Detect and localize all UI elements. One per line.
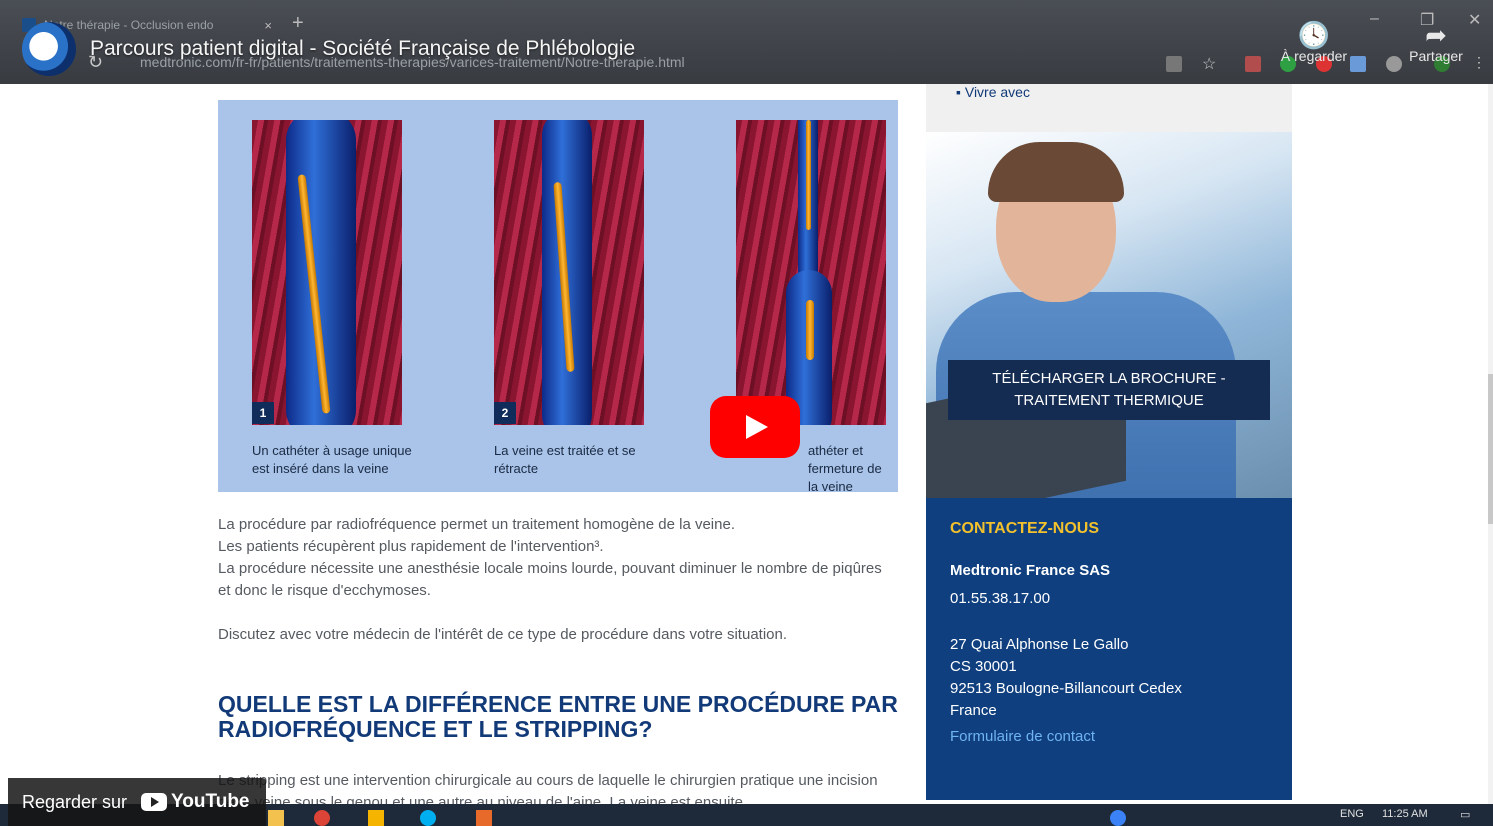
language-indicator[interactable]: ENG [1340,808,1364,820]
menu-dots-icon[interactable]: ⋮ [1472,54,1488,70]
phone-number[interactable]: 01.55.38.17.00 [950,588,1292,610]
youtube-brand: YouTube [171,791,250,812]
web-page: 1 Un cathéter à usage unique est inséré … [10,84,1488,804]
file-explorer-icon[interactable] [268,810,284,826]
watch-on-label: Regarder sur [22,791,128,812]
contact-form-link[interactable]: Formulaire de contact [950,728,1292,745]
video-title[interactable]: Parcours patient digital - Société Franç… [90,37,635,61]
catheter-shape [806,120,811,230]
new-tab-button[interactable]: + [292,12,304,35]
contact-title: CONTACTEZ-NOUS [950,520,1100,537]
address-line: France [950,702,997,719]
paragraph-line: La procédure nécessite une anesthésie lo… [218,560,882,599]
youtube-play-button[interactable] [710,396,800,458]
star-bookmark-icon[interactable]: ☆ [1202,54,1218,73]
share-button[interactable]: ➦ Partager [1398,22,1474,64]
youtube-logo: YouTube [141,791,250,813]
paragraph: Discutez avec votre médecin de l'intérêt… [218,626,788,643]
page-scrollbar[interactable] [1488,84,1493,804]
bullet-icon: ▪ [956,84,965,100]
step-number-badge: 1 [252,402,274,424]
watch-later-button[interactable]: 🕓 À regarder [1272,22,1356,64]
tray-icon[interactable] [1110,810,1126,826]
section-heading: QUELLE EST LA DIFFÉRENCE ENTRE UNE PROCÉ… [218,691,898,742]
company-name: Medtronic France SAS [950,562,1111,579]
download-brochure-button[interactable]: TÉLÉCHARGER LA BROCHURE - TRAITEMENT THE… [948,360,1270,420]
clock[interactable]: 11:25 AM [1382,808,1428,820]
pdf-extension-icon[interactable] [1245,56,1261,72]
contact-box: CONTACTEZ-NOUS Medtronic France SAS 01.5… [926,498,1292,800]
step-caption: La veine est traitée et se rétracte [494,443,636,476]
chrome-icon[interactable] [314,810,330,826]
minimize-icon[interactable]: – [1370,10,1379,28]
paragraph: Le stripping est une intervention chirur… [218,772,878,804]
watch-on-youtube-button[interactable]: Regarder sur YouTube [8,778,266,826]
address-line: 92513 Boulogne-Billancourt Cedex [950,680,1182,697]
translate-icon[interactable] [1166,56,1182,72]
step-number-badge: 2 [494,402,516,424]
clock-icon: 🕓 [1297,20,1331,50]
skype-icon[interactable] [420,810,436,826]
vlc-icon[interactable] [476,810,492,826]
sidebar-item-label: Vivre avec [964,84,1030,100]
sidebar-nav: ▪ Vivre avec [926,84,1292,132]
youtube-play-icon [141,793,168,811]
address-line: CS 30001 [950,658,1017,675]
address-line: 27 Quai Alphonse Le Gallo [950,636,1129,653]
catheter-shape [806,300,814,360]
screen: Notre thérapie - Occlusion endo × + – ❐ … [0,0,1493,826]
close-tab-icon[interactable]: × [264,18,272,33]
sidebar-item-vivre-avec[interactable]: ▪ Vivre avec [956,84,1030,100]
step-3-image [736,120,886,425]
step-2-image [494,120,644,425]
watch-later-label: À regarder [1280,48,1348,64]
doctor-photo: TÉLÉCHARGER LA BROCHURE - TRAITEMENT THE… [926,132,1292,498]
notification-icon[interactable]: ▭ [1460,808,1470,821]
share-label: Partager [1409,48,1463,64]
sticky-notes-icon[interactable] [368,810,384,826]
paragraph-line: Les patients récupèrent plus rapidement … [218,538,604,555]
step-caption: Un cathéter à usage unique est inséré da… [252,443,412,476]
share-arrow-icon: ➦ [1425,20,1447,50]
photo-hair [988,142,1124,202]
paragraph-line: La procédure par radiofréquence permet u… [218,516,735,533]
tab-title: Notre thérapie - Occlusion endo [44,18,214,32]
scrollbar-thumb[interactable] [1488,374,1493,524]
channel-avatar-icon[interactable] [22,22,76,76]
step-1-image [252,120,402,425]
